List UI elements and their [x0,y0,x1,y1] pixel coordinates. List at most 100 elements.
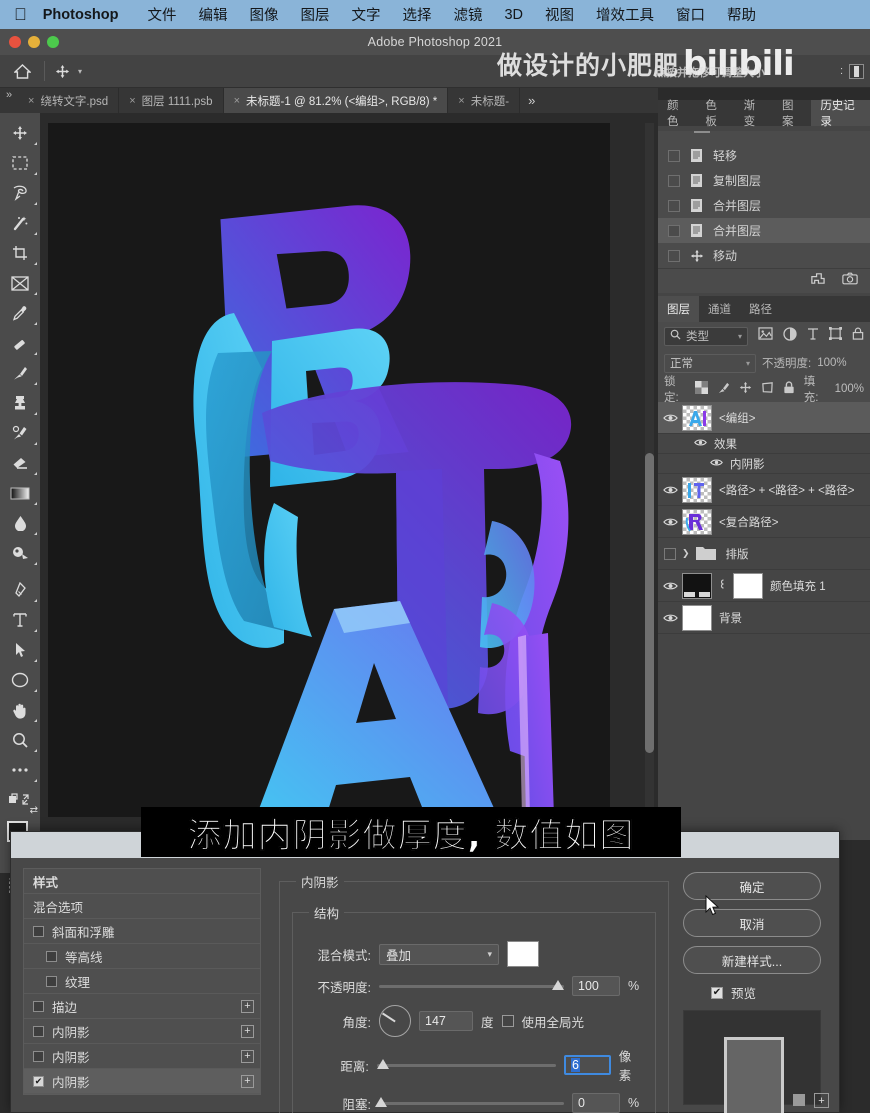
layer-row-folder[interactable]: ❯ 排版 [658,538,870,570]
healing-brush-tool-icon[interactable] [0,328,40,358]
menu-item-help[interactable]: 帮助 [716,4,767,25]
close-icon[interactable]: × [234,95,240,107]
document-tab-1[interactable]: × 绕转文字.psd [18,88,120,113]
style-row-inner-shadow-2[interactable]: 内阴影 + [24,1044,260,1069]
tab-paths[interactable]: 路径 [740,296,781,322]
slider-knob[interactable] [552,980,564,990]
menu-item-3d[interactable]: 3D [493,7,534,23]
history-snapshot-checkbox[interactable] [668,249,680,262]
document-canvas[interactable] [48,123,610,817]
fill-value[interactable]: 100% [835,383,864,395]
chevron-right-icon[interactable]: ❯ [682,548,690,559]
tab-gradients[interactable]: 渐变 [735,100,773,128]
style-row-contour[interactable]: 等高线 [24,944,260,969]
eye-icon[interactable] [694,438,707,450]
panel-expand-icon[interactable]: » [0,88,18,113]
chevron-down-icon[interactable]: ▾ [738,332,742,341]
layer-thumbnail[interactable] [682,404,712,431]
layer-row-paths[interactable]: <路径> + <路径> + <路径> [658,474,870,506]
menu-item-file[interactable]: 文件 [136,4,187,25]
history-snapshot-checkbox[interactable] [668,149,680,162]
menu-item-plugins[interactable]: 增效工具 [585,4,665,25]
style-checkbox[interactable] [46,975,57,987]
close-icon[interactable]: × [458,95,464,107]
choke-input[interactable]: 0 [572,1093,620,1113]
layer-row-compound-path[interactable]: <复合路径> [658,506,870,538]
opacity-slider[interactable] [379,980,564,992]
add-style-plus-icon[interactable]: + [241,999,254,1013]
zoom-tool-icon[interactable] [0,725,40,755]
more-tools-icon[interactable] [0,755,40,785]
menu-item-layer[interactable]: 图层 [289,4,340,25]
tab-layers[interactable]: 图层 [658,296,699,322]
preview-checkbox[interactable] [711,986,723,999]
angle-dial[interactable] [379,1005,411,1037]
history-brush-tool-icon[interactable] [0,418,40,448]
history-item[interactable]: 合并图层 [658,193,870,218]
history-snapshot-checkbox[interactable] [668,224,680,237]
eye-toggle-off[interactable] [658,547,682,560]
eye-icon[interactable] [658,413,682,423]
eraser-tool-icon[interactable] [0,448,40,478]
style-row-inner-shadow-1[interactable]: 内阴影 + [24,1019,260,1044]
layer-style-dialog[interactable]: 样式 混合选项 斜面和浮雕 等高线 纹理 描边 + 内阴影 + 内阴影 + ✔ … [10,831,840,1113]
choke-slider[interactable] [375,1097,564,1109]
layer-mask-thumbnail[interactable] [733,572,763,599]
tab-swatches[interactable]: 色板 [696,100,734,128]
path-selection-tool-icon[interactable] [0,635,40,665]
eye-icon[interactable] [658,485,682,495]
lock-position-icon[interactable] [739,381,752,397]
gradient-tool-icon[interactable] [0,478,40,508]
menu-item-type[interactable]: 文字 [340,4,391,25]
layer-row-color-fill[interactable]: 颜色填充 1 [658,570,870,602]
history-item[interactable]: 复制图层 [658,168,870,193]
angle-input[interactable]: 147 [419,1011,473,1031]
menu-item-edit[interactable]: 编辑 [187,4,238,25]
blend-mode-dropdown[interactable]: 叠加 ▾ [379,943,499,965]
opacity-input[interactable]: 100 [572,976,620,996]
brush-tool-icon[interactable] [0,358,40,388]
style-row-bevel-emboss[interactable]: 斜面和浮雕 [24,919,260,944]
style-checkbox[interactable] [33,1050,44,1062]
chevron-down-icon[interactable]: ▾ [746,359,750,368]
lock-artboard-icon[interactable] [761,381,774,397]
shape-filter-icon[interactable] [829,327,842,345]
menu-item-window[interactable]: 窗口 [665,4,716,25]
style-checkbox[interactable] [33,1025,44,1037]
home-icon[interactable] [0,63,44,79]
chevron-down-icon[interactable]: ▾ [487,949,492,960]
image-filter-icon[interactable] [758,327,773,345]
canvas-area[interactable] [40,113,658,873]
add-style-plus-icon[interactable]: + [241,1024,254,1038]
style-row-stroke[interactable]: 描边 + [24,994,260,1019]
layer-thumbnail[interactable] [682,604,712,631]
eye-icon[interactable] [658,581,682,591]
styles-list-header[interactable]: 样式 [24,869,260,894]
style-row-inner-shadow-3-selected[interactable]: 内阴影 + [24,1069,260,1094]
layer-filter-select[interactable]: 类型 ▾ [664,326,748,346]
distance-input[interactable]: 6 [564,1055,611,1075]
lock-all-icon[interactable] [783,381,795,397]
frame-tool-icon[interactable] [0,268,40,298]
add-style-plus-icon[interactable]: + [241,1074,254,1088]
document-tab-3-active[interactable]: × 未标题-1 @ 81.2% (<编组>, RGB/8) * [223,88,449,113]
lasso-tool-icon[interactable] [0,178,40,208]
ellipse-tool-icon[interactable] [0,665,40,695]
layer-effects-row[interactable]: 效果 [658,434,870,454]
new-snapshot-icon[interactable] [810,271,825,291]
pen-tool-icon[interactable] [0,575,40,605]
layer-row-background[interactable]: 背景 [658,602,870,634]
lock-transparent-icon[interactable] [694,381,708,397]
tab-history[interactable]: 历史记录 [811,100,870,128]
history-item[interactable]: 移动 [658,243,870,268]
style-checkbox[interactable] [46,950,57,962]
layer-thumbnail[interactable] [682,572,712,599]
close-icon[interactable]: × [28,95,34,107]
history-item-selected[interactable]: 合并图层 [658,218,870,243]
opacity-value[interactable]: 100% [817,357,846,369]
layer-row-group[interactable]: <编组> [658,402,870,434]
menu-item-filter[interactable]: 滤镜 [442,4,493,25]
hand-tool-icon[interactable] [0,695,40,725]
new-style-button[interactable]: 新建样式... [683,946,821,974]
use-global-light-checkbox[interactable] [501,1015,514,1027]
